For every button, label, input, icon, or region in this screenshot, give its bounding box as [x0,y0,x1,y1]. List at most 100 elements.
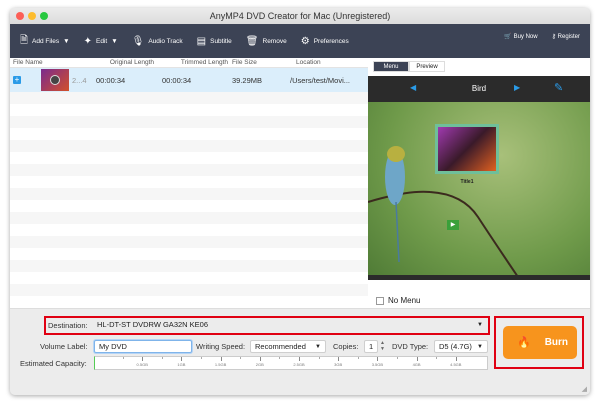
capacity-minor-tick [122,357,124,359]
capacity-tick-label: 3.5GB [371,362,384,367]
subtitle-icon: ▤ [196,35,207,47]
toolbar: 🗎 Add Files ▼ ✦ Edit ▼ 🎙 Audio Track ▤ Subtitl… [10,24,590,58]
capacity-minor-tick [161,357,163,359]
next-template-icon[interactable]: ▶ [514,83,520,92]
capacity-minor-tick [240,357,242,359]
file-list: File Name Original Length Trimmed Length… [10,58,368,308]
video-thumbnail [41,69,69,91]
trash-icon: 🗑 [245,35,259,47]
dvd-type-select[interactable]: D5 (4.7G) ▼ [434,340,488,353]
capacity-minor-tick [436,357,438,359]
flame-icon: 🔥 [517,337,531,349]
no-menu-checkbox[interactable]: No Menu [376,296,420,305]
key-icon: ⚷ [551,34,556,40]
file-size: 39.29MB [232,75,263,85]
capacity-tick [299,357,300,361]
capacity-minor-tick [357,357,359,359]
volume-label-input[interactable]: My DVD [94,340,192,353]
expand-icon[interactable]: + [13,76,21,84]
tab-preview[interactable]: Preview [409,61,445,72]
capacity-tick [142,357,144,361]
play-icon [50,75,60,85]
volume-label: Volume Label: [40,342,88,351]
capacity-tick-label: 4.5GB [450,362,462,367]
column-original-length[interactable]: Original Length [92,58,162,67]
capacity-tick [455,357,457,361]
capacity-tick [181,357,183,361]
minimize-button[interactable] [28,12,36,20]
empty-rows [10,92,368,296]
capacity-tick [416,357,418,361]
file-name: 2...4 [72,75,87,85]
original-length: 00:00:34 [96,75,126,85]
capacity-tick [259,357,261,361]
subtitle-button[interactable]: ▤ Subtitle [197,36,232,47]
checkbox-icon [376,296,384,305]
gear-icon: ⚙ [300,35,310,47]
window-title: AnyMP4 DVD Creator for Mac (Unregistered… [209,11,391,21]
file-list-header: File Name Original Length Trimmed Length… [10,58,368,68]
capacity-tick-label: 0.5GB [136,362,148,367]
capacity-tick-label: 1.5GB [214,362,227,367]
burn-settings: Destination: HL-DT-ST DVDRW GA32N KE06 ▼ … [10,308,590,395]
capacity-tick [338,357,340,361]
zoom-button[interactable] [40,12,48,20]
capacity-tick-label: 2GB [255,362,264,367]
location: /Users/test/Movi... [290,75,351,85]
resize-grip[interactable]: ◢ [582,385,587,393]
preferences-button[interactable]: ⚙ Preferences [301,36,349,47]
capacity-bar: 0.5GB 1GB 1.5GB 2GB 2.5GB 3GB 3.5GB 4GB 4.5GB [94,356,488,370]
destination-label: Destination: [48,321,88,330]
dvd-type-label: DVD Type: [392,342,429,351]
title-thumbnail[interactable] [435,124,499,174]
column-file-name[interactable]: File Name [10,58,92,67]
column-trimmed-length[interactable]: Trimmed Length [162,58,232,67]
column-location[interactable]: Location [296,58,321,67]
copies-stepper[interactable]: ▲ ▼ [380,340,385,352]
capacity-tick-label: 2.5GB [293,362,305,367]
chevron-down-icon: ▼ [477,322,483,328]
add-files-button[interactable]: 🗎 Add Files ▼ [20,33,70,50]
destination-select[interactable]: HL-DT-ST DVDRW GA32N KE06 ▼ [93,319,487,332]
chevron-down-icon: ▼ [111,37,118,45]
close-button[interactable] [16,12,24,20]
audio-track-button[interactable]: 🎙 Audio Track [132,36,183,47]
buy-now-button[interactable]: 🛒 Buy Now [504,33,537,40]
template-nav: ◀ Bird ▶ ✎ [368,76,590,102]
trimmed-length: 00:00:34 [162,75,192,85]
play-button-icon[interactable]: ▶ [447,220,459,230]
add-file-icon: 🗎 [20,34,29,46]
capacity-minor-tick [318,357,320,359]
capacity-minor-tick [201,357,202,359]
chevron-down-icon: ▼ [477,344,483,350]
capacity-tick [220,357,222,361]
remove-button[interactable]: 🗑 Remove [246,36,287,47]
edit-menu-icon[interactable]: ✎ [554,81,563,94]
copies-input[interactable]: 1 [364,340,378,353]
burn-button[interactable]: 🔥 Burn [503,326,577,359]
tab-menu[interactable]: Menu [373,61,409,72]
chevron-down-icon: ▼ [315,344,321,350]
title-label: Title1 [460,179,474,185]
capacity-tick [377,357,379,361]
edit-button[interactable]: ✦ Edit ▼ [84,36,118,47]
copies-label: Copies: [333,342,359,351]
capacity-label: Estimated Capacity: [20,359,87,368]
menu-panel: Menu Preview ◀ Bird ▶ ✎ Title1 ▶ No Menu [368,58,590,308]
capacity-tick-label: 4GB [412,362,421,367]
menu-preview-image: Title1 ▶ [368,102,590,280]
writing-speed-label: Writing Speed: [196,342,246,351]
sparkle-icon: ✦ [83,35,92,47]
microphone-icon: 🎙 [131,35,145,47]
chevron-down-icon: ▼ [63,37,70,45]
capacity-minor-tick [279,357,281,359]
writing-speed-select[interactable]: Recommended ▼ [250,340,326,353]
title-bar: AnyMP4 DVD Creator for Mac (Unregistered… [10,8,590,24]
cart-icon: 🛒 [504,34,512,40]
capacity-tick-label: 3GB [334,362,343,367]
table-row[interactable]: + 2...4 00:00:34 00:00:34 39.29MB /Users… [10,68,368,92]
register-button[interactable]: ⚷ Register [552,33,580,40]
column-file-size[interactable]: File Size [232,58,296,67]
app-window: AnyMP4 DVD Creator for Mac (Unregistered… [10,8,590,395]
capacity-tick-label: 1GB [177,362,186,367]
